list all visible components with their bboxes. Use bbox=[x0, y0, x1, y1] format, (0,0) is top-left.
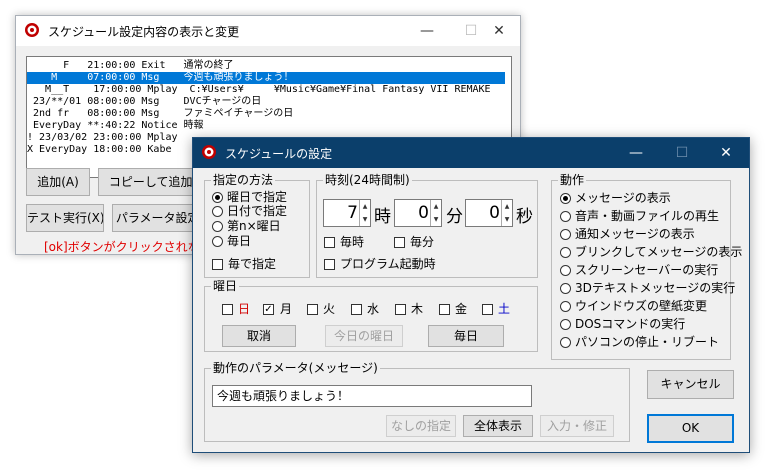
today-weekday-button: 今日の曜日 bbox=[325, 325, 403, 347]
cancel-button[interactable]: キャンセル bbox=[647, 370, 734, 399]
action-label-screensaver: スクリーンセーバーの実行 bbox=[575, 263, 719, 277]
method-label-everyday: 毎日 bbox=[227, 234, 252, 248]
minute-spinner[interactable]: 0 ▲ ▼ bbox=[394, 199, 442, 227]
action-radio-3dtext[interactable] bbox=[560, 283, 571, 294]
ok-button[interactable]: OK bbox=[647, 414, 734, 443]
app-gear-icon bbox=[25, 23, 39, 37]
action-radio-media[interactable] bbox=[560, 211, 571, 222]
action-radio-blink[interactable] bbox=[560, 247, 571, 258]
action-label-shutdown: パソコンの停止・リブート bbox=[575, 335, 720, 349]
method-radio-everyday[interactable] bbox=[212, 236, 223, 247]
method-radio-date[interactable] bbox=[212, 206, 223, 217]
input-edit-button: 入力・修正 bbox=[540, 415, 614, 437]
second-value: 0 bbox=[489, 203, 500, 223]
method-radio-nth[interactable] bbox=[212, 221, 223, 232]
friday-label: 金 bbox=[455, 302, 468, 316]
weekday-clear-button[interactable]: 取消 bbox=[222, 325, 296, 347]
hour-spinner[interactable]: 7 ▲ ▼ bbox=[323, 199, 371, 227]
action-radio-dos[interactable] bbox=[560, 319, 571, 330]
list-item-selected[interactable]: M 07:00:00 Msg 今週も頑張りましょう！ bbox=[27, 72, 505, 84]
hour-value: 7 bbox=[347, 203, 358, 223]
every-hour-label: 毎時 bbox=[340, 235, 365, 249]
maximize-icon: ☐ bbox=[675, 145, 689, 161]
app-gear-icon bbox=[202, 145, 216, 159]
time-group-label: 時刻(24時間制) bbox=[323, 173, 412, 187]
action-radio-shutdown[interactable] bbox=[560, 337, 571, 348]
wednesday-label: 水 bbox=[367, 302, 380, 316]
method-label-date: 日付で指定 bbox=[227, 204, 288, 218]
none-spec-button: なしの指定 bbox=[386, 415, 456, 437]
minute-spin-arrows-icon[interactable]: ▲ ▼ bbox=[430, 200, 441, 226]
action-radio-screensaver[interactable] bbox=[560, 265, 571, 276]
saturday-checkbox[interactable] bbox=[482, 304, 493, 315]
wednesday-checkbox[interactable] bbox=[351, 304, 362, 315]
list-item[interactable]: EveryDay **:40:22 Notice 時報 bbox=[27, 120, 505, 132]
add-button[interactable]: 追加(A) bbox=[26, 168, 90, 196]
list-item[interactable]: M__T 17:00:00 Mplay C:¥Users¥ ¥Music¥Gam… bbox=[27, 84, 505, 96]
front-window-title: スケジュールの設定 bbox=[225, 147, 333, 161]
every-hour-checkbox[interactable] bbox=[324, 237, 335, 248]
close-icon[interactable]: ✕ bbox=[476, 16, 522, 46]
minimize-icon[interactable]: — bbox=[613, 138, 659, 168]
minimize-icon[interactable]: — bbox=[404, 16, 450, 46]
every-minute-label: 毎分 bbox=[410, 235, 435, 249]
list-item[interactable]: F 21:00:00 Exit 通常の終了 bbox=[27, 60, 505, 72]
action-label-3dtext: 3Dテキストメッセージの実行 bbox=[575, 281, 736, 295]
sunday-label: 日 bbox=[238, 302, 251, 316]
back-window-title: スケジュール設定内容の表示と変更 bbox=[48, 25, 240, 39]
action-radio-wallpaper[interactable] bbox=[560, 301, 571, 312]
monday-checkbox[interactable]: ✓ bbox=[263, 304, 274, 315]
thursday-checkbox[interactable] bbox=[395, 304, 406, 315]
action-label-wallpaper: ウインドウズの壁紙変更 bbox=[575, 299, 708, 313]
program-start-label: プログラム起動時 bbox=[340, 257, 436, 271]
monday-label: 月 bbox=[280, 302, 293, 316]
method-label-weekday: 曜日で指定 bbox=[227, 190, 288, 204]
action-group-label: 動作 bbox=[558, 173, 587, 187]
minute-unit: 分 bbox=[446, 207, 463, 227]
weekday-group-label: 曜日 bbox=[211, 279, 240, 293]
every-label: 毎で指定 bbox=[228, 257, 277, 271]
action-label-notify: 通知メッセージの表示 bbox=[575, 227, 695, 241]
tuesday-checkbox[interactable] bbox=[307, 304, 318, 315]
every-minute-checkbox[interactable] bbox=[394, 237, 405, 248]
close-icon[interactable]: ✕ bbox=[703, 138, 749, 168]
action-label-message: メッセージの表示 bbox=[575, 191, 671, 205]
action-label-blink: ブリンクしてメッセージの表示 bbox=[575, 245, 743, 259]
param-group-label: 動作のパラメータ(メッセージ) bbox=[211, 361, 380, 375]
method-label-nth: 第n×曜日 bbox=[227, 219, 281, 233]
saturday-label: 土 bbox=[498, 302, 511, 316]
front-titlebar[interactable]: スケジュールの設定 — ☐ ✕ bbox=[193, 138, 749, 168]
friday-checkbox[interactable] bbox=[439, 304, 450, 315]
back-titlebar[interactable]: スケジュール設定内容の表示と変更 — ☐ ✕ bbox=[16, 16, 520, 46]
action-label-media: 音声・動画ファイルの再生 bbox=[575, 209, 720, 223]
second-spin-arrows-icon[interactable]: ▲ ▼ bbox=[501, 200, 512, 226]
list-item[interactable]: 23/**/01 08:00:00 Msg DVCチャージの日 bbox=[27, 96, 505, 108]
method-group-label: 指定の方法 bbox=[211, 173, 276, 187]
every-day-button[interactable]: 毎日 bbox=[428, 325, 504, 347]
action-label-dos: DOSコマンドの実行 bbox=[575, 317, 686, 331]
tuesday-label: 火 bbox=[323, 302, 336, 316]
test-run-button[interactable]: テスト実行(X) bbox=[26, 204, 104, 232]
list-item[interactable]: 2nd fr 08:00:00 Msg ファミペイチャージの日 bbox=[27, 108, 505, 120]
method-radio-weekday[interactable] bbox=[212, 192, 223, 203]
minute-value: 0 bbox=[418, 203, 429, 223]
param-input[interactable]: 今週も頑張りましょう！ bbox=[212, 385, 532, 407]
action-radio-message[interactable] bbox=[560, 193, 571, 204]
hour-unit: 時 bbox=[374, 207, 391, 227]
second-spinner[interactable]: 0 ▲ ▼ bbox=[465, 199, 513, 227]
hour-spin-arrows-icon[interactable]: ▲ ▼ bbox=[359, 200, 370, 226]
show-all-button[interactable]: 全体表示 bbox=[463, 415, 533, 437]
thursday-label: 木 bbox=[411, 302, 424, 316]
sunday-checkbox[interactable] bbox=[222, 304, 233, 315]
every-checkbox[interactable] bbox=[212, 259, 223, 270]
second-unit: 秒 bbox=[516, 207, 533, 227]
program-start-checkbox[interactable] bbox=[324, 259, 335, 270]
action-radio-notify[interactable] bbox=[560, 229, 571, 240]
